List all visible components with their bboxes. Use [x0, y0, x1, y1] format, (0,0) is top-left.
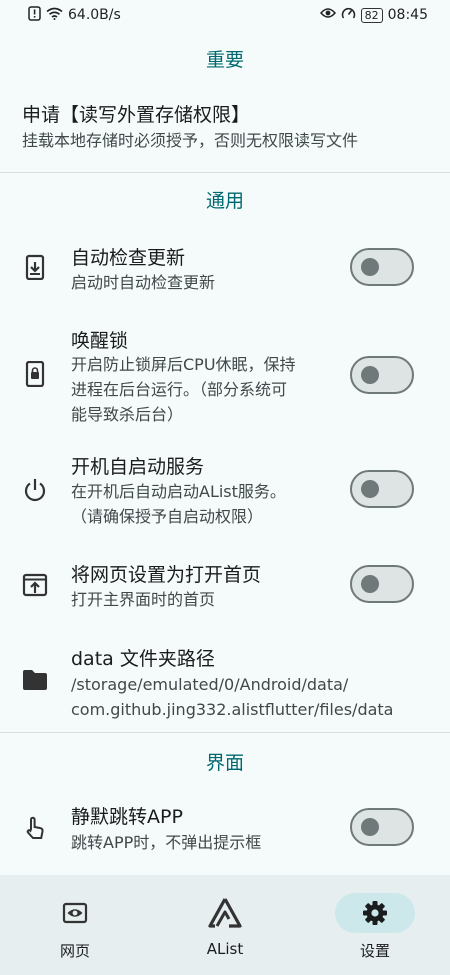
switch-knob — [361, 480, 379, 498]
web-view-icon — [62, 900, 88, 926]
boot-start-subtitle: 在开机后自动启动AList服务。 （请确保授予自启动权限） — [71, 479, 286, 529]
clock: 08:45 — [387, 7, 428, 23]
switch-knob — [361, 575, 379, 593]
open-in-browser-icon — [22, 572, 48, 598]
wake-lock-title: 唤醒锁 — [71, 330, 129, 352]
nav-label-web: 网页 — [59, 942, 90, 960]
boot-start-title: 开机自启动服务 — [71, 456, 205, 478]
auto-update-item[interactable]: 自动检查更新 启动时自动检查更新 — [0, 232, 450, 306]
wake-lock-subtitle-line: 进程在后台运行。（部分系统可 — [71, 380, 288, 399]
nav-item-alist[interactable]: AList — [150, 875, 300, 975]
alist-logo-icon — [207, 897, 243, 929]
boot-start-subtitle-line: 在开机后自动启动AList服务。 — [71, 482, 286, 501]
wake-lock-item[interactable]: 唤醒锁 开启防止锁屏后CPU休眠，保持 进程在后台运行。（部分系统可 能导致杀后… — [0, 320, 450, 432]
section-title-important: 重要 — [205, 49, 244, 71]
wake-lock-subtitle: 开启防止锁屏后CPU休眠，保持 进程在后台运行。（部分系统可 能导致杀后台） — [71, 352, 296, 427]
wake-lock-subtitle-line: 能导致杀后台） — [71, 405, 184, 424]
touch-icon — [22, 815, 48, 841]
switch-knob — [361, 258, 379, 276]
storage-permission-subtitle: 挂载本地存储时必须授予，否则无权限读写文件 — [22, 131, 359, 150]
wake-lock-subtitle-line: 开启防止锁屏后CPU休眠，保持 — [71, 355, 296, 374]
web-homepage-subtitle: 打开主界面时的首页 — [71, 590, 216, 609]
auto-update-switch[interactable] — [350, 248, 414, 286]
eye-icon — [319, 7, 336, 23]
boot-start-item[interactable]: 开机自启动服务 在开机后自动启动AList服务。 （请确保授予自启动权限） — [0, 446, 450, 536]
wifi-icon — [46, 7, 63, 24]
network-speed: 64.0B/s — [68, 7, 121, 23]
silent-jump-switch[interactable] — [350, 808, 414, 846]
power-icon — [22, 477, 48, 503]
wake-lock-switch[interactable] — [350, 356, 414, 394]
silent-jump-title: 静默跳转APP — [71, 806, 183, 828]
speedometer-icon — [341, 6, 356, 25]
boot-start-subtitle-line: （请确保授予自启动权限） — [71, 507, 264, 526]
silent-jump-item[interactable]: 静默跳转APP 跳转APP时，不弹出提示框 — [0, 792, 450, 866]
web-homepage-item[interactable]: 将网页设置为打开首页 打开主界面时的首页 — [0, 552, 450, 624]
alert-icon — [28, 5, 41, 25]
data-path-line: com.github.jing332.alistflutter/files/da… — [71, 700, 394, 719]
data-path-item[interactable]: data 文件夹路径 /storage/emulated/0/Android/d… — [0, 636, 450, 724]
nav-item-web[interactable]: 网页 — [0, 875, 150, 975]
nav-item-settings[interactable]: 设置 — [300, 875, 450, 975]
data-path-value: /storage/emulated/0/Android/data/ com.gi… — [71, 672, 393, 722]
section-title-general: 通用 — [205, 190, 244, 212]
auto-update-subtitle: 启动时自动检查更新 — [71, 273, 216, 292]
storage-permission-item[interactable]: 申请【读写外置存储权限】 挂载本地存储时必须授予，否则无权限读写文件 — [0, 88, 450, 160]
bottom-navigation: 网页 AList 设置 — [0, 875, 450, 975]
gear-icon — [362, 900, 388, 926]
web-homepage-switch[interactable] — [350, 565, 414, 603]
silent-jump-subtitle: 跳转APP时，不弹出提示框 — [71, 833, 262, 852]
nav-label-settings: 设置 — [359, 942, 390, 960]
section-title-interface: 界面 — [205, 752, 244, 774]
data-path-line: /storage/emulated/0/Android/data/ — [71, 675, 349, 694]
boot-start-switch[interactable] — [350, 470, 414, 508]
data-path-title: data 文件夹路径 — [71, 648, 215, 670]
storage-permission-title: 申请【读写外置存储权限】 — [22, 104, 251, 126]
switch-knob — [361, 366, 379, 384]
web-homepage-title: 将网页设置为打开首页 — [71, 564, 262, 586]
nav-label-alist: AList — [206, 940, 244, 958]
system-update-icon — [22, 254, 48, 281]
status-bar: 64.0B/s 82 08:45 — [0, 0, 450, 30]
phone-lock-icon — [22, 360, 48, 388]
switch-knob — [361, 818, 379, 836]
auto-update-title: 自动检查更新 — [71, 247, 186, 269]
folder-icon — [22, 667, 48, 693]
battery-indicator: 82 — [360, 7, 383, 23]
divider — [0, 732, 450, 733]
divider — [0, 172, 450, 173]
